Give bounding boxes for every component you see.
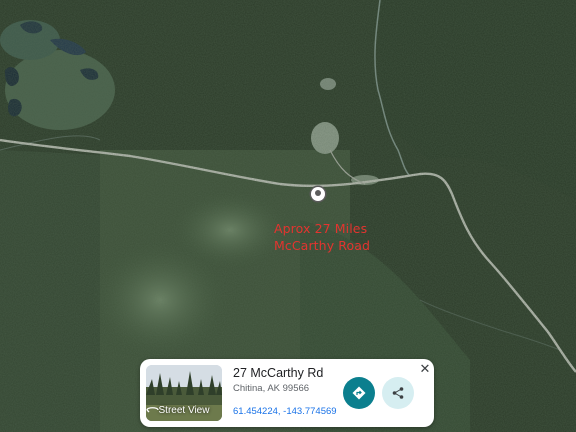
street-view-icon <box>146 407 159 413</box>
annotation-line-1: Aprox 27 Miles <box>274 221 368 236</box>
close-icon[interactable]: ✕ <box>419 362 431 375</box>
street-view-text: Street View <box>158 405 210 416</box>
street-view-label[interactable]: Street View <box>146 405 222 416</box>
annotation-line-2: McCarthy Road <box>274 238 371 253</box>
map-annotation: Aprox 27 Miles McCarthy Road <box>274 220 394 254</box>
place-coordinates[interactable]: 61.454224, -143.774569 <box>233 406 337 417</box>
location-pin-icon[interactable] <box>311 187 325 201</box>
directions-icon <box>352 386 366 400</box>
directions-button[interactable] <box>343 377 375 409</box>
share-button[interactable] <box>382 377 414 409</box>
place-address: Chitina, AK 99566 <box>233 383 310 394</box>
place-card[interactable]: Street View 27 McCarthy Rd Chitina, AK 9… <box>140 359 434 427</box>
share-icon <box>392 387 404 399</box>
street-view-thumbnail[interactable]: Street View <box>146 365 222 421</box>
place-title: 27 McCarthy Rd <box>233 366 324 380</box>
